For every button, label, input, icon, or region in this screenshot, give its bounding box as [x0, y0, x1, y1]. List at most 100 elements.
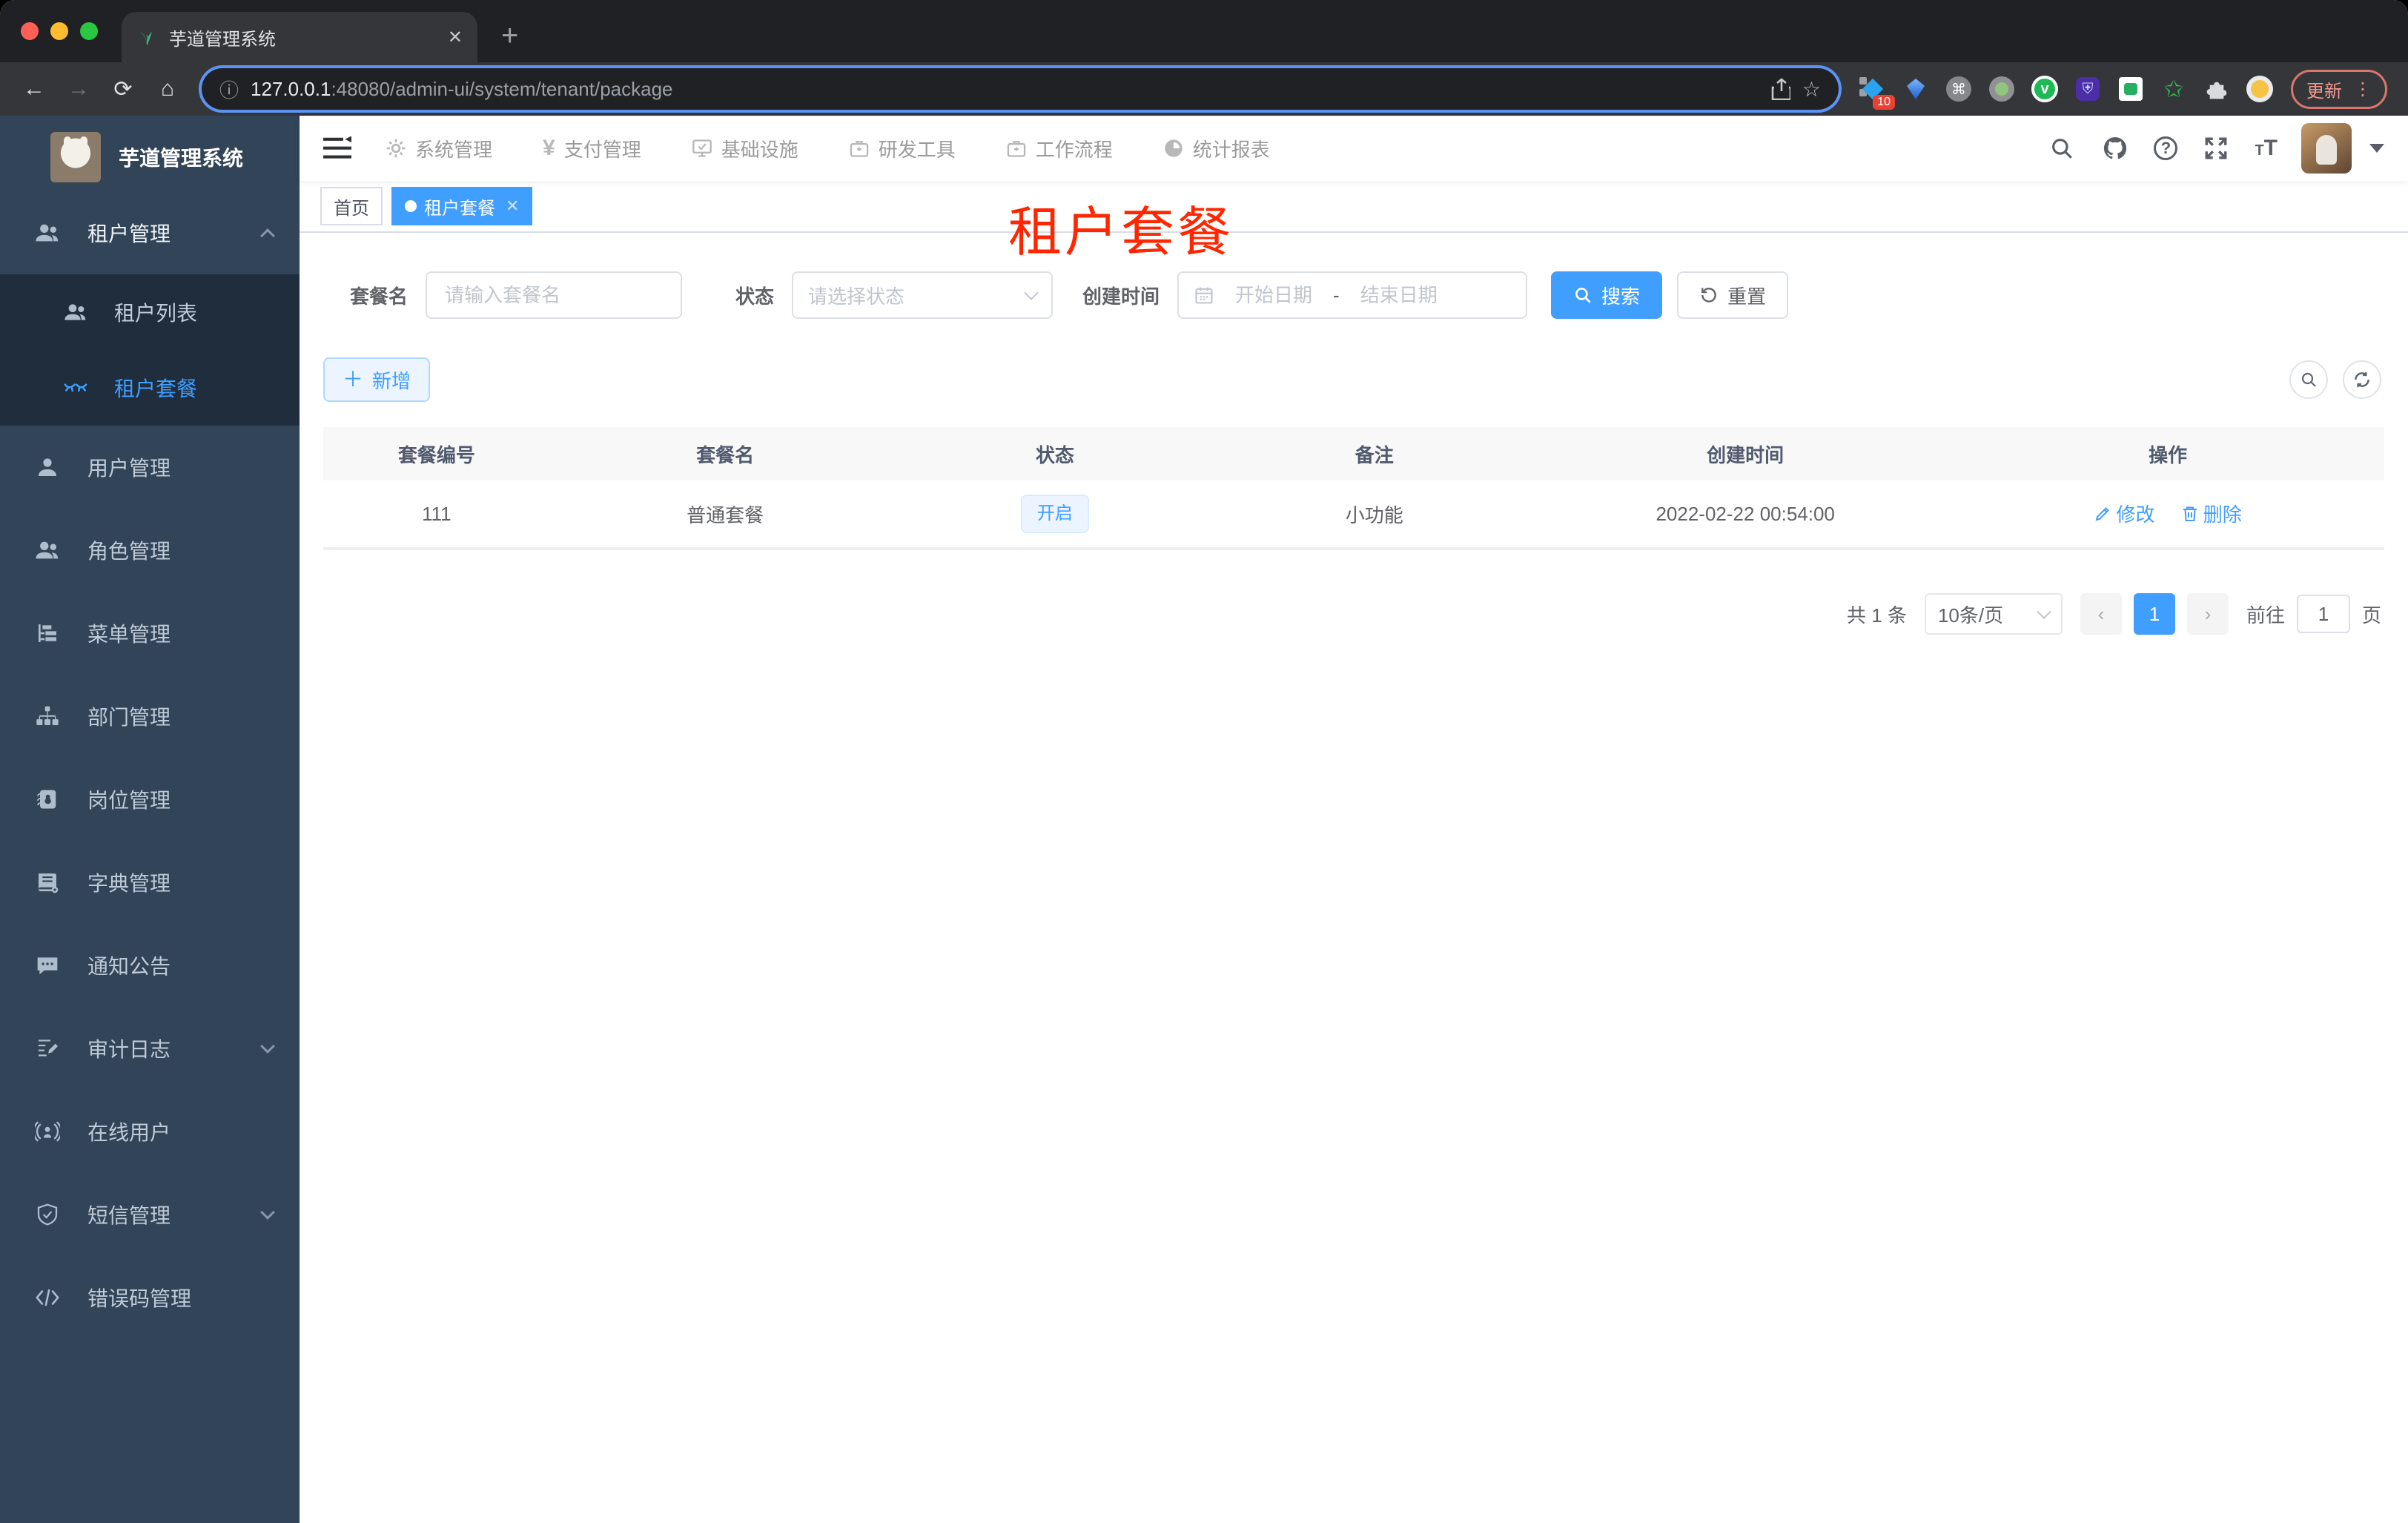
sidebar-item-tenant-list[interactable]: 租户列表: [0, 274, 300, 350]
sidebar-item-audit-log[interactable]: 审计日志: [0, 1007, 300, 1090]
zoom-window-button[interactable]: [80, 22, 98, 40]
sidebar-item-tenant-management[interactable]: 租户管理: [0, 191, 300, 274]
sidebar-item-sms-management[interactable]: 短信管理: [0, 1173, 300, 1256]
browser-window: 芋道管理系统 ✕ + ← → ⟳ ⌂ ⓘ 127.0.0.1:48080/adm…: [0, 0, 2408, 1523]
star-extension-icon[interactable]: ✩: [2160, 76, 2187, 102]
site-info-icon[interactable]: ⓘ: [219, 76, 239, 103]
url-host: 127.0.0.1: [251, 77, 331, 100]
dictionary-book-icon: [31, 870, 64, 894]
top-menu-label: 支付管理: [563, 138, 641, 161]
col-header-created: 创建时间: [1707, 443, 1784, 466]
green-v-extension-icon[interactable]: v: [2031, 76, 2058, 102]
sidebar-item-user-management[interactable]: 用户管理: [0, 426, 300, 509]
close-window-button[interactable]: [21, 22, 39, 40]
end-date-input[interactable]: [1348, 283, 1449, 307]
table-tools: [2289, 360, 2384, 399]
sidebar-logo-row[interactable]: 芋道管理系统: [0, 116, 300, 191]
tag-home[interactable]: 首页: [320, 187, 383, 225]
search-icon[interactable]: [2047, 133, 2077, 163]
tag-tenant-package[interactable]: 租户套餐 ✕: [391, 187, 533, 225]
search-button[interactable]: 搜索: [1551, 271, 1663, 319]
chrome-update-button[interactable]: 更新 ⋮: [2291, 69, 2387, 109]
new-tab-button[interactable]: +: [501, 21, 518, 50]
sidebar-item-label: 菜单管理: [87, 623, 171, 646]
edit-link-label: 修改: [2116, 503, 2155, 526]
address-bar[interactable]: ⓘ 127.0.0.1:48080/admin-ui/system/tenant…: [202, 68, 1839, 110]
user-avatar[interactable]: [2301, 123, 2352, 174]
gear-icon: [386, 138, 406, 159]
avatar-caret-icon[interactable]: [2369, 144, 2384, 153]
top-menu-infra[interactable]: 基础设施: [692, 135, 798, 162]
gem-extension-icon[interactable]: [1902, 76, 1929, 102]
shield-extension-icon[interactable]: ⛨: [2074, 76, 2101, 102]
reset-button[interactable]: 重置: [1677, 271, 1789, 319]
top-menu-report[interactable]: 统计报表: [1163, 135, 1270, 162]
sidebar-item-label: 角色管理: [87, 540, 171, 563]
recorder-extension-icon[interactable]: [1988, 76, 2015, 102]
share-icon[interactable]: [1771, 78, 1790, 100]
badge-icon: [31, 787, 64, 811]
sidebar-item-label: 审计日志: [87, 1038, 171, 1061]
sidebar-item-post-management[interactable]: 岗位管理: [0, 758, 300, 841]
sidebar-item-role-management[interactable]: 角色管理: [0, 509, 300, 592]
goto-page-input[interactable]: [2296, 595, 2350, 633]
edit-link[interactable]: 修改: [2094, 500, 2154, 527]
start-date-input[interactable]: [1223, 283, 1325, 307]
command-extension-icon[interactable]: ⌘: [1945, 76, 1972, 102]
top-menu-system[interactable]: 系统管理: [386, 135, 492, 162]
sidebar-item-dept-management[interactable]: 部门管理: [0, 675, 300, 758]
sidebar-item-online-users[interactable]: 在线用户: [0, 1090, 300, 1173]
back-icon[interactable]: ←: [15, 76, 53, 102]
font-size-icon[interactable]: TT: [2255, 136, 2278, 161]
sidebar-item-notice[interactable]: 通知公告: [0, 924, 300, 1007]
refresh-table-button[interactable]: [2343, 360, 2381, 399]
tree-list-icon: [31, 621, 64, 645]
reload-icon[interactable]: ⟳: [104, 76, 142, 102]
date-range-picker[interactable]: -: [1177, 271, 1528, 319]
github-icon[interactable]: [2100, 133, 2130, 163]
main-area: 系统管理 ¥ 支付管理 基础设施 研发工具 工作流程 统计报表 ? TT 首页 …: [300, 116, 2408, 1523]
next-page-button[interactable]: ›: [2186, 593, 2229, 635]
show-search-icon-button[interactable]: [2289, 360, 2328, 399]
url-text[interactable]: 127.0.0.1:48080/admin-ui/system/tenant/p…: [251, 78, 1759, 101]
status-select[interactable]: 请选择状态: [792, 271, 1054, 319]
browser-menu-icon[interactable]: ⋮: [2354, 79, 2372, 100]
prev-page-button[interactable]: ‹: [2080, 593, 2122, 635]
profile-avatar-icon[interactable]: [2246, 76, 2273, 102]
package-name-input[interactable]: [426, 271, 683, 319]
help-icon[interactable]: ?: [2154, 136, 2178, 160]
current-page-button[interactable]: 1: [2133, 593, 2175, 635]
minimize-window-button[interactable]: [50, 22, 68, 40]
chat-extension-icon[interactable]: [2117, 76, 2144, 102]
browser-tab[interactable]: 芋道管理系统 ✕: [122, 12, 477, 62]
add-button[interactable]: ＋ 新增: [323, 357, 431, 402]
plus-icon: ＋: [343, 368, 364, 391]
sidebar-item-tenant-package[interactable]: 租户套餐: [0, 350, 300, 426]
puzzle-extensions-icon[interactable]: [2203, 76, 2230, 102]
bookmark-star-icon[interactable]: ☆: [1802, 77, 1821, 102]
window-controls: [21, 22, 98, 40]
col-header-actions: 操作: [2149, 443, 2188, 466]
extensions-row: 10 ⌘ v ⛨ ✩: [1853, 76, 2279, 110]
home-icon[interactable]: ⌂: [148, 76, 187, 102]
top-menu-payment[interactable]: ¥ 支付管理: [543, 135, 641, 162]
collapse-sidebar-icon[interactable]: [323, 136, 353, 160]
code-icon: [31, 1287, 64, 1308]
sidebar-item-label: 用户管理: [87, 457, 171, 480]
top-menu-devtools[interactable]: 研发工具: [849, 135, 956, 162]
fullscreen-icon[interactable]: [2201, 133, 2231, 163]
tag-close-icon[interactable]: ✕: [506, 196, 519, 216]
sidebar-item-dict-management[interactable]: 字典管理: [0, 841, 300, 924]
forward-icon[interactable]: →: [59, 76, 98, 102]
top-menu-workflow[interactable]: 工作流程: [1006, 135, 1113, 162]
delete-link[interactable]: 删除: [2181, 500, 2242, 527]
col-header-status: 状态: [1035, 443, 1074, 466]
sidebar-item-menu-management[interactable]: 菜单管理: [0, 592, 300, 675]
tab-close-icon[interactable]: ✕: [448, 27, 463, 48]
pinned-extension-icon[interactable]: 10: [1859, 76, 1895, 110]
page-size-select[interactable]: 10条/页: [1924, 593, 2063, 635]
create-time-label: 创建时间: [1082, 285, 1160, 308]
status-select-placeholder: 请选择状态: [808, 285, 905, 308]
sidebar-item-error-code[interactable]: 错误码管理: [0, 1256, 300, 1339]
sidebar-item-label: 岗位管理: [87, 789, 171, 812]
